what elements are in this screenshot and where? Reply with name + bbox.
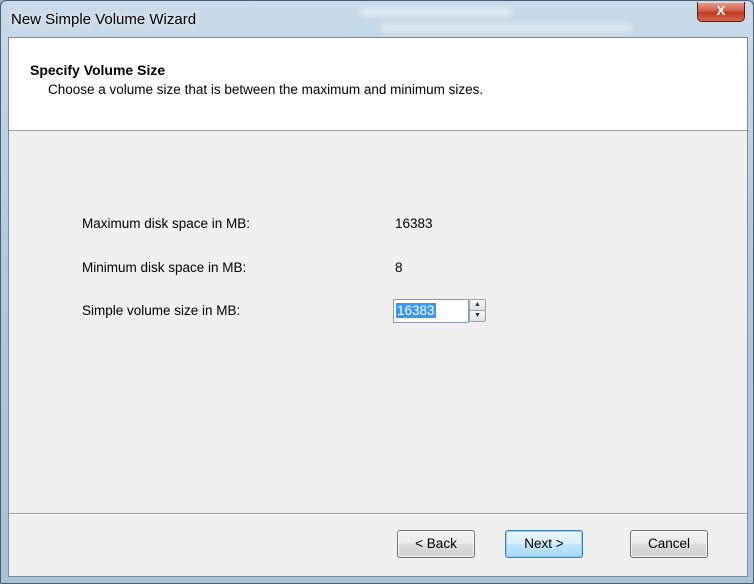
wizard-header: Specify Volume Size Choose a volume size…: [9, 38, 747, 131]
max-space-label: Maximum disk space in MB:: [82, 216, 251, 231]
volume-size-stepper[interactable]: ▲ ▼: [469, 299, 486, 323]
page-subtitle: Choose a volume size that is between the…: [48, 82, 484, 97]
volume-size-value: 16383: [396, 303, 436, 318]
background-blur: [361, 7, 511, 17]
wizard-body: Specify Volume Size Choose a volume size…: [8, 37, 748, 577]
back-button[interactable]: < Back: [397, 530, 475, 558]
background-blur: [381, 23, 631, 33]
close-icon: X: [716, 3, 726, 18]
page-title: Specify Volume Size: [30, 62, 166, 78]
title-bar[interactable]: New Simple Volume Wizard X: [1, 1, 753, 39]
close-button[interactable]: X: [697, 2, 745, 22]
window-title: New Simple Volume Wizard: [11, 11, 197, 28]
max-space-value: 16383: [395, 216, 433, 231]
next-button[interactable]: Next >: [505, 530, 583, 558]
chevron-up-icon: ▲: [474, 301, 481, 308]
volume-size-input[interactable]: 16383: [393, 299, 469, 323]
cancel-button[interactable]: Cancel: [630, 530, 708, 558]
wizard-window: New Simple Volume Wizard X Specify Volum…: [0, 0, 754, 584]
spin-down-button[interactable]: ▼: [469, 310, 486, 322]
min-space-value: 8: [395, 260, 403, 275]
footer-divider: [9, 513, 747, 514]
min-space-label: Minimum disk space in MB:: [82, 260, 247, 275]
volume-size-label: Simple volume size in MB:: [82, 303, 241, 318]
chevron-down-icon: ▼: [474, 312, 481, 319]
